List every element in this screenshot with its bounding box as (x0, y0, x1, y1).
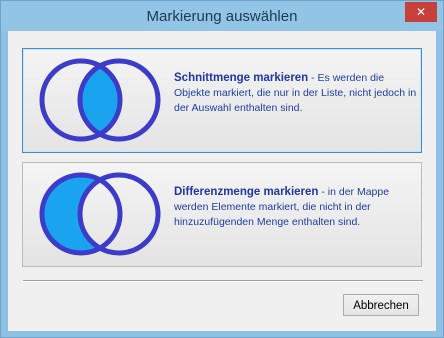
option-difference-title: Differenzmenge markieren (174, 186, 319, 198)
option-intersection-title: Schnittmenge markieren (174, 72, 309, 84)
option-intersection-text: Schnittmenge markieren - Es werden die O… (174, 71, 420, 116)
dialog-body: Schnittmenge markieren - Es werden die O… (8, 31, 436, 331)
option-intersection[interactable]: Schnittmenge markieren - Es werden die O… (22, 48, 422, 153)
close-icon: ✕ (415, 5, 427, 19)
title-bar[interactable]: Markierung auswählen ✕ (1, 1, 443, 31)
window-title: Markierung auswählen (146, 8, 298, 25)
option-difference[interactable]: Differenzmenge markieren - in der Mappe … (22, 162, 422, 267)
separator (23, 280, 423, 282)
dialog-window: Markierung auswählen ✕ Schnittmenge mark… (0, 0, 444, 338)
venn-difference-icon (39, 172, 161, 256)
option-difference-text: Differenzmenge markieren - in der Mappe … (174, 185, 420, 230)
venn-intersection-icon (39, 58, 161, 142)
close-button[interactable]: ✕ (405, 2, 437, 22)
cancel-button[interactable]: Abbrechen (343, 294, 419, 316)
